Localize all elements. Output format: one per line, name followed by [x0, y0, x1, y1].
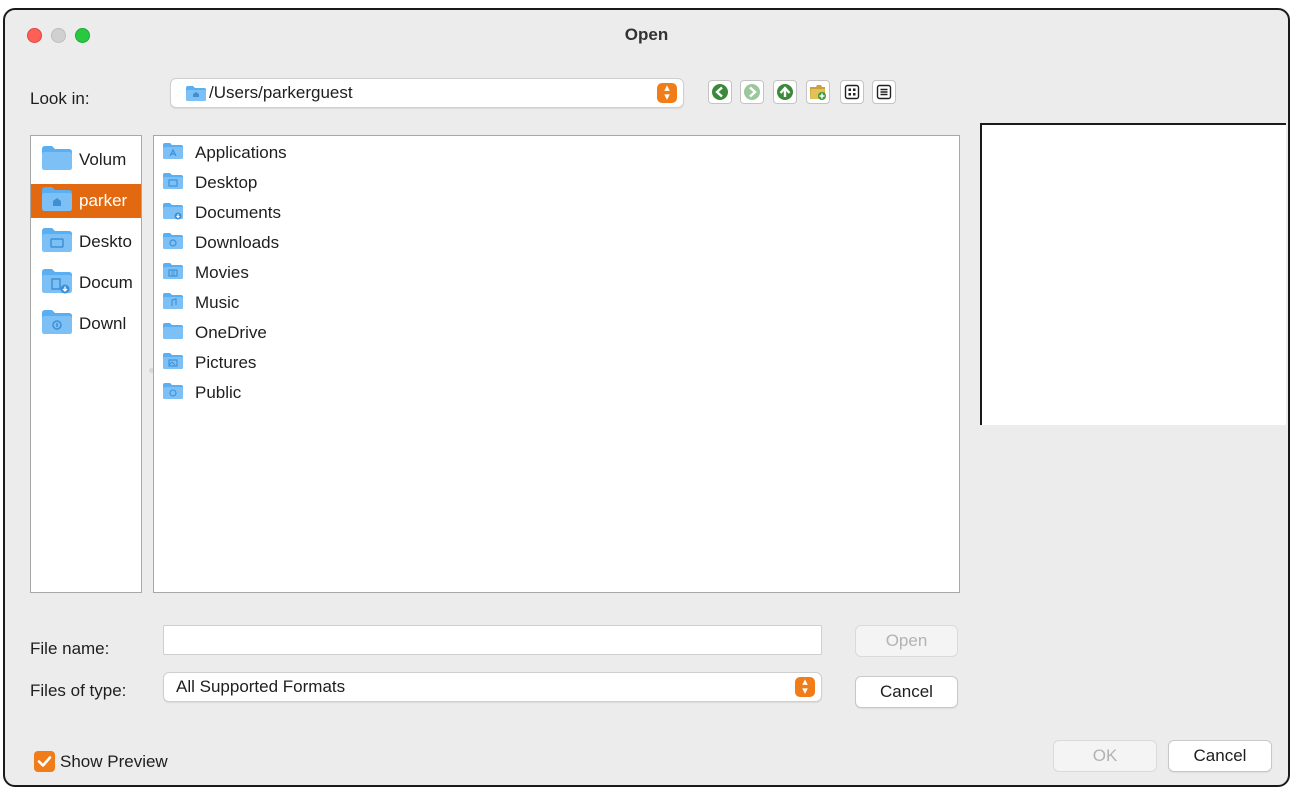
sidebar-panel: Volum parker Deskto Docum Downl: [30, 135, 142, 593]
sidebar-item-label: parker: [79, 191, 128, 210]
sidebar-item-label: Docum: [79, 273, 133, 292]
file-item-onedrive[interactable]: OneDrive: [162, 319, 267, 347]
show-preview-checkbox[interactable]: [34, 751, 55, 772]
sidebar-item-desktop[interactable]: Deskto: [31, 225, 141, 259]
file-item-label: Desktop: [195, 173, 258, 192]
preview-pane: [980, 123, 1286, 425]
file-item-music[interactable]: Music: [162, 289, 239, 317]
type-cancel-button[interactable]: Cancel: [855, 676, 958, 708]
ok-button[interactable]: OK: [1053, 740, 1157, 772]
file-name-input[interactable]: [163, 625, 822, 655]
file-item-label: Documents: [195, 203, 281, 222]
home-folder-icon: [41, 186, 73, 217]
desktop-folder-icon: [162, 172, 184, 195]
sidebar-item-label: Deskto: [79, 232, 132, 251]
file-item-label: Movies: [195, 263, 249, 282]
home-folder-icon: [185, 85, 207, 107]
file-item-label: Music: [195, 293, 240, 312]
checkmark-icon: [34, 756, 55, 776]
window-title: Open: [624, 25, 669, 44]
files-of-type-label: Files of type:: [30, 681, 127, 700]
sidebar-item-downloads[interactable]: Downl: [31, 307, 141, 341]
file-item-pictures[interactable]: Pictures: [162, 349, 256, 377]
combo-arrows-icon: ▴ ▾: [795, 677, 815, 697]
folder-icon: [41, 145, 73, 176]
files-of-type-value: All Supported Formats: [176, 677, 346, 696]
file-item-documents[interactable]: Documents: [162, 199, 281, 227]
file-item-label: Pictures: [195, 353, 257, 372]
show-preview-label: Show Preview: [60, 752, 168, 771]
look-in-path: /Users/parkerguest: [209, 83, 353, 102]
up-directory-button[interactable]: [773, 80, 797, 104]
public-folder-icon: [162, 382, 184, 405]
cancel-button[interactable]: Cancel: [1168, 740, 1272, 772]
new-folder-button[interactable]: [806, 80, 830, 104]
look-in-combo[interactable]: /Users/parkerguest ▴ ▾: [170, 78, 684, 108]
file-item-label: Applications: [195, 143, 287, 162]
detail-view-button[interactable]: [872, 80, 896, 104]
sidebar-item-label: Downl: [79, 314, 127, 333]
title-bar: Open: [5, 10, 1288, 60]
open-dialog: Open Look in: /Users/parkerguest ▴ ▾ Volu…: [3, 8, 1290, 787]
file-item-desktop[interactable]: Desktop: [162, 169, 257, 197]
documents-folder-icon: [41, 268, 73, 299]
music-folder-icon: [162, 292, 184, 315]
pictures-folder-icon: [162, 352, 184, 375]
file-item-movies[interactable]: Movies: [162, 259, 249, 287]
open-button[interactable]: Open: [855, 625, 958, 657]
movies-folder-icon: [162, 262, 184, 285]
file-item-public[interactable]: Public: [162, 379, 241, 407]
list-view-button[interactable]: [840, 80, 864, 104]
downloads-folder-icon: [41, 309, 73, 340]
sidebar-item-volumes[interactable]: Volum: [31, 143, 141, 177]
file-list-panel[interactable]: Applications Desktop Documents Downloads…: [153, 135, 960, 593]
sidebar-item-home[interactable]: parker: [31, 184, 141, 218]
file-item-downloads[interactable]: Downloads: [162, 229, 279, 257]
downloads-folder-icon: [162, 232, 184, 255]
file-name-label: File name:: [30, 639, 110, 658]
back-button[interactable]: [708, 80, 732, 104]
file-item-label: Downloads: [195, 233, 280, 252]
file-item-label: Public: [195, 383, 242, 402]
documents-folder-icon: [162, 202, 184, 225]
folder-icon: [162, 322, 184, 345]
combo-arrows-icon: ▴ ▾: [657, 83, 677, 103]
look-in-label: Look in:: [30, 89, 90, 108]
desktop-folder-icon: [41, 227, 73, 258]
file-item-label: OneDrive: [195, 323, 267, 342]
files-of-type-combo[interactable]: All Supported Formats ▴ ▾: [163, 672, 822, 702]
applications-folder-icon: [162, 142, 184, 165]
sidebar-item-label: Volum: [79, 150, 127, 169]
forward-button[interactable]: [740, 80, 764, 104]
file-item-applications[interactable]: Applications: [162, 139, 287, 167]
sidebar-item-documents[interactable]: Docum: [31, 266, 141, 300]
